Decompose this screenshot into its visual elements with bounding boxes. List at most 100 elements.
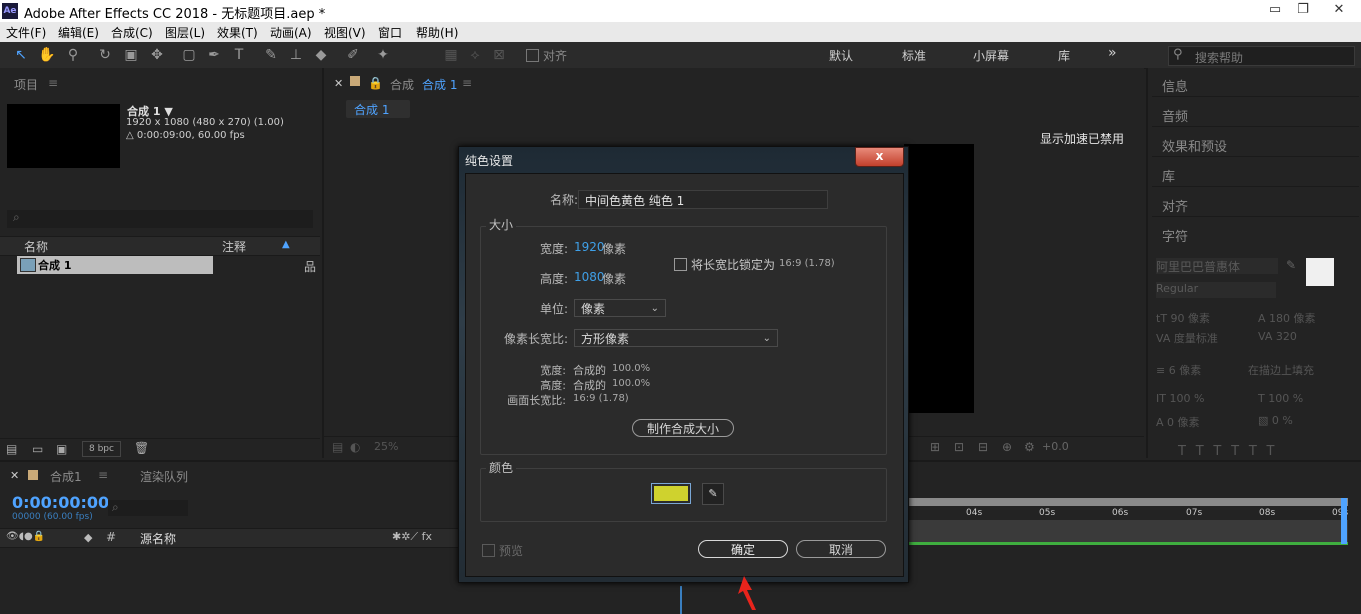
render-queue-tab[interactable]: 渲染队列 xyxy=(140,468,188,485)
view-axis-icon[interactable]: ⊠ xyxy=(490,46,508,64)
column-comment[interactable]: 注释 xyxy=(222,238,246,255)
info-panel-tab[interactable]: 信息 xyxy=(1162,76,1188,95)
faux-style-buttons[interactable]: TTTTTT xyxy=(1178,444,1285,459)
workspace-default[interactable]: 默认 xyxy=(829,47,853,64)
tsume-field[interactable]: ▧ 0 % xyxy=(1258,414,1293,427)
make-comp-size-button[interactable]: 制作合成大小 xyxy=(632,419,734,437)
search-help-field[interactable]: ⚲ 搜索帮助 xyxy=(1168,46,1355,66)
pixel-aspect-select[interactable]: 方形像素 ⌄ xyxy=(574,329,778,347)
exposure-value[interactable]: +0.0 xyxy=(1042,440,1069,453)
cancel-button[interactable]: 取消 xyxy=(796,540,886,558)
mask-visibility-icon[interactable]: ◐ xyxy=(350,440,360,454)
pan-behind-tool-icon[interactable]: ✥ xyxy=(148,46,166,64)
solid-name-input[interactable]: 中间色黄色 纯色 1 xyxy=(578,190,828,209)
zoom-level[interactable]: 25% xyxy=(374,440,398,453)
vertical-scale-field[interactable]: IT 100 % xyxy=(1156,392,1204,405)
timeline-search-input[interactable]: ⌕ xyxy=(108,500,188,516)
menu-animation[interactable]: 动画(A) xyxy=(270,24,312,41)
close-tab-icon[interactable]: ✕ xyxy=(10,469,19,482)
workspace-more-icon[interactable]: » xyxy=(1108,45,1117,61)
clone-stamp-tool-icon[interactable]: ⊥ xyxy=(287,46,305,64)
kerning-field[interactable]: VA 度量标准 xyxy=(1156,330,1218,346)
audio-panel-tab[interactable]: 音频 xyxy=(1162,106,1188,125)
camera-tool-icon[interactable]: ▣ xyxy=(122,46,140,64)
playhead-line[interactable] xyxy=(680,586,682,614)
workspace-standard[interactable]: 标准 xyxy=(902,47,926,64)
panel-menu-icon[interactable]: ≡ xyxy=(98,468,108,482)
work-area-end-handle[interactable] xyxy=(1341,498,1347,544)
effects-presets-tab[interactable]: 效果和预设 xyxy=(1162,136,1227,155)
snapshot-icon[interactable]: ⊕ xyxy=(1002,440,1012,454)
lock-aspect-checkbox[interactable] xyxy=(674,258,687,271)
ok-button[interactable]: 确定 xyxy=(698,540,788,558)
new-composition-icon[interactable]: ▣ xyxy=(56,442,67,456)
close-tab-icon[interactable]: ✕ xyxy=(334,77,343,90)
breadcrumb-comp[interactable]: 合成 1 xyxy=(354,101,389,118)
av-features-icons[interactable]: 👁◖●🔒 xyxy=(6,531,45,542)
lock-icon[interactable]: 🔒 xyxy=(368,76,383,90)
timeline-tab[interactable]: 合成1 xyxy=(50,468,82,485)
dialog-close-button[interactable]: x xyxy=(855,147,904,167)
font-family-select[interactable]: 阿里巴巴普惠体 xyxy=(1156,258,1278,274)
eyedropper-icon[interactable]: ✎ xyxy=(702,483,724,505)
color-swatch[interactable] xyxy=(651,483,691,504)
project-search-input[interactable]: ⌕ xyxy=(7,210,313,228)
rotate-tool-icon[interactable]: ↻ xyxy=(96,46,114,64)
world-axis-icon[interactable]: ⟡ xyxy=(466,46,484,64)
minimize-button[interactable]: ▭ xyxy=(1262,1,1288,19)
local-axis-icon[interactable]: ▦ xyxy=(442,46,460,64)
font-style-select[interactable]: Regular xyxy=(1156,282,1276,298)
label-icon[interactable]: ◆ xyxy=(84,531,92,544)
libraries-tab[interactable]: 库 xyxy=(1162,166,1175,185)
color-depth-button[interactable]: 8 bpc xyxy=(82,441,121,457)
project-tab[interactable]: 项目 xyxy=(14,76,38,93)
breadcrumb[interactable]: 合成 1 xyxy=(346,100,410,118)
width-value[interactable]: 1920 xyxy=(574,240,605,254)
close-button[interactable]: ✕ xyxy=(1326,1,1352,19)
viewer-tab[interactable]: 合成 1 xyxy=(422,76,457,93)
menu-file[interactable]: 文件(F) xyxy=(6,24,46,41)
flowchart-icon[interactable]: 品 xyxy=(304,258,316,275)
align-checkbox[interactable] xyxy=(526,49,539,62)
layer-duration-bar[interactable] xyxy=(906,542,1348,545)
column-name[interactable]: 名称 xyxy=(24,238,48,255)
brush-tool-icon[interactable]: ✎ xyxy=(262,46,280,64)
region-icon[interactable]: ⊟ xyxy=(978,440,988,454)
panel-menu-icon[interactable]: ≡ xyxy=(48,76,58,90)
work-area-bar[interactable] xyxy=(906,498,1348,506)
time-ruler-track[interactable] xyxy=(906,520,1348,542)
panel-menu-icon[interactable]: ≡ xyxy=(462,76,472,90)
puppet-tool-icon[interactable]: ✦ xyxy=(374,46,392,64)
new-folder-icon[interactable]: ▭ xyxy=(32,442,43,456)
baseline-shift-field[interactable]: A 0 像素 xyxy=(1156,414,1200,430)
interpret-footage-icon[interactable]: ▤ xyxy=(6,442,17,456)
workspace-small-screen[interactable]: 小屏幕 xyxy=(973,47,1009,64)
pen-tool-icon[interactable]: ✒ xyxy=(205,46,223,64)
eraser-tool-icon[interactable]: ◆ xyxy=(312,46,330,64)
column-source-name[interactable]: 源名称 xyxy=(140,530,176,547)
tracking-field[interactable]: VA 320 xyxy=(1258,330,1297,343)
eyedropper-icon[interactable]: ✎ xyxy=(1286,258,1296,272)
units-select[interactable]: 像素 ⌄ xyxy=(574,299,666,317)
current-timecode[interactable]: 0:00:00:00 xyxy=(12,493,109,512)
always-preview-icon[interactable]: ▤ xyxy=(332,440,343,454)
align-panel-tab[interactable]: 对齐 xyxy=(1162,196,1188,215)
menu-composition[interactable]: 合成(C) xyxy=(111,24,153,41)
menu-help[interactable]: 帮助(H) xyxy=(416,24,458,41)
menu-window[interactable]: 窗口 xyxy=(378,24,402,41)
project-item-row[interactable]: 合成 1 xyxy=(17,256,213,274)
preview-checkbox[interactable] xyxy=(482,544,495,557)
fill-color-swatch[interactable] xyxy=(1306,258,1334,286)
height-value[interactable]: 1080 xyxy=(574,270,605,284)
menu-view[interactable]: 视图(V) xyxy=(324,24,366,41)
selection-tool-icon[interactable]: ↖ xyxy=(12,46,30,64)
stroke-mode-select[interactable]: 在描边上填充 xyxy=(1248,362,1314,378)
channel-icon[interactable]: ⊞ xyxy=(930,440,940,454)
exposure-icon[interactable]: ⚙ xyxy=(1024,440,1035,454)
menu-edit[interactable]: 编辑(E) xyxy=(58,24,99,41)
menu-layer[interactable]: 图层(L) xyxy=(165,24,205,41)
shape-tool-icon[interactable]: ▢ xyxy=(180,46,198,64)
stroke-width-field[interactable]: ≡ 6 像素 xyxy=(1156,362,1201,378)
zoom-tool-icon[interactable]: ⚲ xyxy=(64,46,82,64)
hand-tool-icon[interactable]: ✋ xyxy=(38,46,56,64)
